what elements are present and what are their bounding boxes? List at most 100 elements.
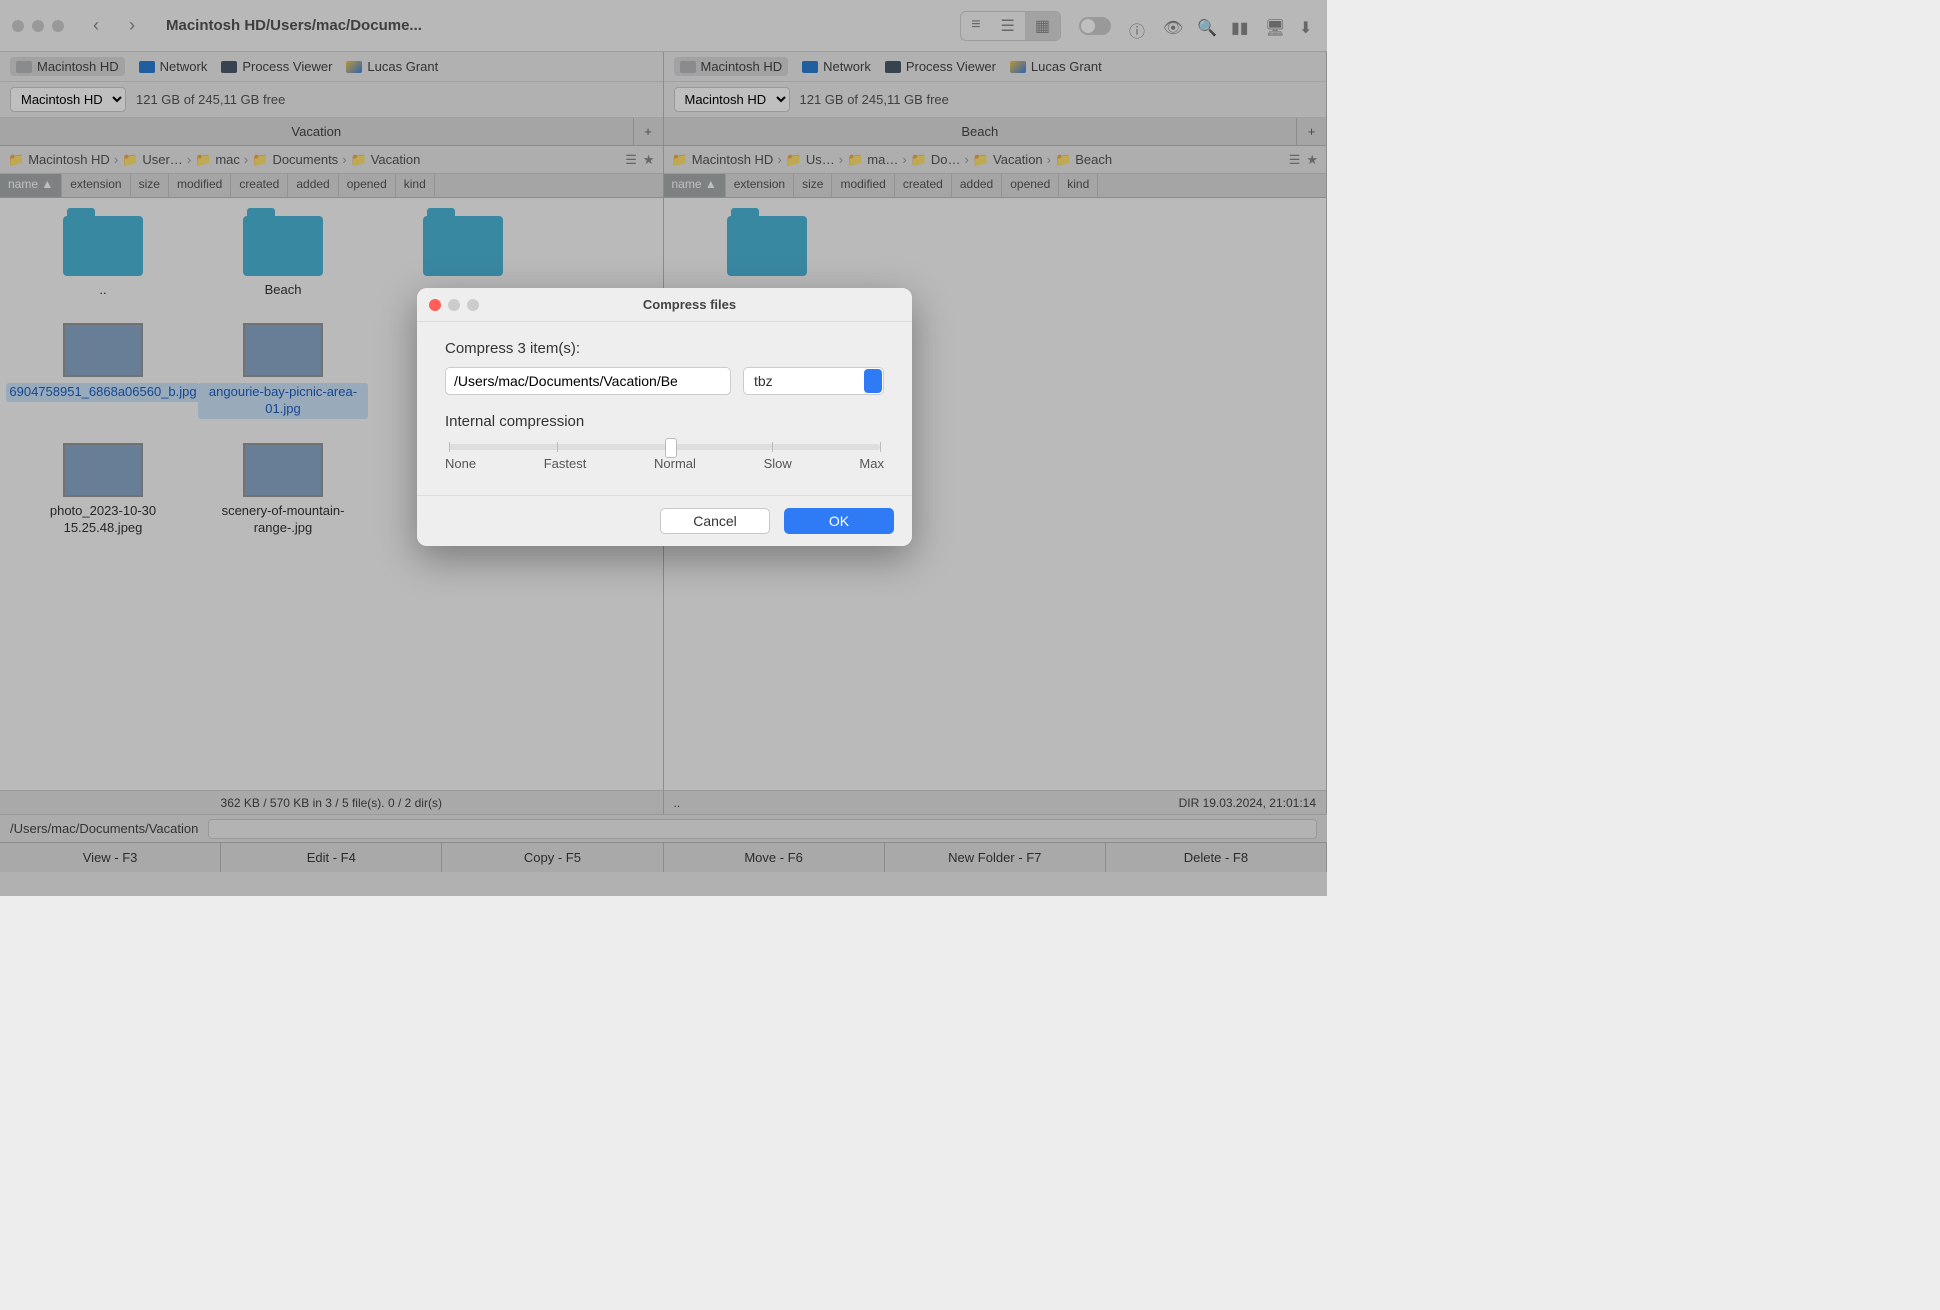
crumb[interactable]: ma… — [867, 152, 898, 167]
destination-input[interactable] — [445, 367, 731, 395]
col-opened[interactable]: opened — [1002, 174, 1059, 197]
col-extension[interactable]: extension — [726, 174, 794, 197]
file-item[interactable]: 6904758951_6868a06560_b.jpg — [18, 323, 188, 419]
fkey-copy[interactable]: Copy - F5 — [442, 843, 663, 872]
path-combo[interactable] — [208, 819, 1317, 839]
fav-lucas-grant[interactable]: Lucas Grant — [1010, 59, 1102, 74]
slider-knob[interactable] — [665, 438, 677, 458]
crumb[interactable]: Macintosh HD — [28, 152, 110, 167]
col-kind[interactable]: kind — [1059, 174, 1098, 197]
breadcrumb-right[interactable]: 📁Macintosh HD›📁Us…›📁ma…›📁Do…›📁Vacation›📁… — [664, 146, 1327, 174]
crumb[interactable]: User… — [142, 152, 182, 167]
favorites-bar-left[interactable]: Macintosh HD Network Process Viewer Lucas G… — [0, 52, 663, 82]
column-headers-right[interactable]: name ▲extensionsizemodifiedcreatedaddedo… — [664, 174, 1327, 198]
file-item[interactable]: scenery-of-mountain-range-.jpg — [198, 443, 368, 537]
dialog-traffic-lights[interactable] — [429, 299, 479, 311]
format-select[interactable]: tbz — [743, 367, 884, 395]
net-icon — [139, 61, 155, 73]
cancel-button[interactable]: Cancel — [660, 508, 770, 534]
download-icon[interactable]: ⬇ — [1299, 18, 1315, 34]
crumb[interactable]: Beach — [1075, 152, 1112, 167]
col-size[interactable]: size — [131, 174, 169, 197]
crumb[interactable]: mac — [215, 152, 240, 167]
folder-icon: 📁 — [195, 152, 211, 168]
fav-network[interactable]: Network — [802, 59, 871, 74]
file-item[interactable] — [682, 216, 852, 282]
fkey-bar[interactable]: View - F3Edit - F4Copy - F5Move - F6New … — [0, 842, 1327, 872]
star-icon[interactable]: ★ — [1306, 152, 1318, 168]
compression-label: Internal compression — [445, 413, 884, 430]
file-item[interactable]: .. — [18, 216, 188, 299]
col-size[interactable]: size — [794, 174, 832, 197]
tab-left[interactable]: Vacation — [0, 118, 633, 145]
hidden-toggle[interactable] — [1079, 17, 1111, 35]
preview-icon[interactable]: 👁 — [1163, 18, 1179, 34]
favorites-bar-right[interactable]: Macintosh HD Network Process Viewer Lucas G… — [664, 52, 1327, 82]
file-item[interactable] — [378, 216, 548, 299]
fkey-move[interactable]: Move - F6 — [664, 843, 885, 872]
tab-add-left[interactable]: + — [633, 118, 663, 145]
fav-network[interactable]: Network — [139, 59, 208, 74]
fkey-delete[interactable]: Delete - F8 — [1106, 843, 1327, 872]
file-item[interactable]: Beach — [198, 216, 368, 299]
compression-slider[interactable] — [449, 444, 880, 450]
col-name[interactable]: name ▲ — [664, 174, 726, 197]
volume-select-right[interactable]: Macintosh HD — [674, 87, 790, 112]
fkey-edit[interactable]: Edit - F4 — [221, 843, 442, 872]
crumb[interactable]: Do… — [931, 152, 961, 167]
file-item[interactable]: photo_2023-10-30 15.25.48.jpeg — [18, 443, 188, 537]
col-modified[interactable]: modified — [169, 174, 231, 197]
mon-icon — [221, 61, 237, 73]
crumb[interactable]: Vacation — [371, 152, 421, 167]
volume-select-left[interactable]: Macintosh HD — [10, 87, 126, 112]
info-icon[interactable]: ⓘ — [1129, 18, 1145, 34]
fkey-view[interactable]: View - F3 — [0, 843, 221, 872]
list-icon[interactable]: ☰ — [625, 152, 637, 168]
window-traffic-lights[interactable] — [12, 20, 64, 32]
forward-icon[interactable]: › — [118, 12, 146, 40]
list-icon[interactable]: ≡ — [961, 12, 990, 40]
grid-icon[interactable]: ▦ — [1025, 12, 1060, 40]
column-headers-left[interactable]: name ▲extensionsizemodifiedcreatedaddedo… — [0, 174, 663, 198]
tab-add-right[interactable]: + — [1296, 118, 1326, 145]
close-icon[interactable] — [429, 299, 441, 311]
col-name[interactable]: name ▲ — [0, 174, 62, 197]
fav-lucas-grant[interactable]: Lucas Grant — [346, 59, 438, 74]
col-created[interactable]: created — [895, 174, 952, 197]
col-kind[interactable]: kind — [396, 174, 435, 197]
list-icon[interactable]: ☰ — [1289, 152, 1301, 168]
columns-icon[interactable]: ☰ — [991, 12, 1025, 40]
fkey-new[interactable]: New Folder - F7 — [885, 843, 1106, 872]
fav-process-viewer[interactable]: Process Viewer — [221, 59, 332, 74]
fav-macintosh-hd[interactable]: Macintosh HD — [674, 57, 789, 76]
crumb[interactable]: Macintosh HD — [692, 152, 774, 167]
fav-process-viewer[interactable]: Process Viewer — [885, 59, 996, 74]
crumb[interactable]: Us… — [806, 152, 835, 167]
binoculars-icon[interactable]: 🔍 — [1197, 18, 1213, 34]
nav-buttons[interactable]: ‹› — [82, 12, 146, 40]
file-label: angourie-bay-picnic-area-01.jpg — [198, 383, 368, 419]
col-extension[interactable]: extension — [62, 174, 130, 197]
file-item[interactable]: angourie-bay-picnic-area-01.jpg — [198, 323, 368, 419]
view-mode-segment[interactable]: ≡☰▦ — [960, 11, 1061, 41]
folder-icon: 📁 — [847, 152, 863, 168]
back-icon[interactable]: ‹ — [82, 12, 110, 40]
ok-button[interactable]: OK — [784, 508, 894, 534]
breadcrumb-left[interactable]: 📁Macintosh HD›📁User…›📁mac›📁Documents›📁Va… — [0, 146, 663, 174]
folder-icon: 📁 — [786, 152, 802, 168]
col-added[interactable]: added — [288, 174, 338, 197]
crumb[interactable]: Vacation — [993, 152, 1043, 167]
columns2-icon[interactable]: ▮▮ — [1231, 18, 1247, 34]
col-opened[interactable]: opened — [339, 174, 396, 197]
gd-icon — [346, 61, 362, 73]
screen-icon[interactable]: 🖥 — [1265, 18, 1281, 34]
col-modified[interactable]: modified — [832, 174, 894, 197]
folder-icon: 📁 — [8, 152, 24, 168]
col-created[interactable]: created — [231, 174, 288, 197]
col-added[interactable]: added — [952, 174, 1002, 197]
folder-icon: 📁 — [973, 152, 989, 168]
crumb[interactable]: Documents — [272, 152, 338, 167]
fav-macintosh-hd[interactable]: Macintosh HD — [10, 57, 125, 76]
star-icon[interactable]: ★ — [643, 152, 655, 168]
tab-right[interactable]: Beach — [664, 118, 1297, 145]
